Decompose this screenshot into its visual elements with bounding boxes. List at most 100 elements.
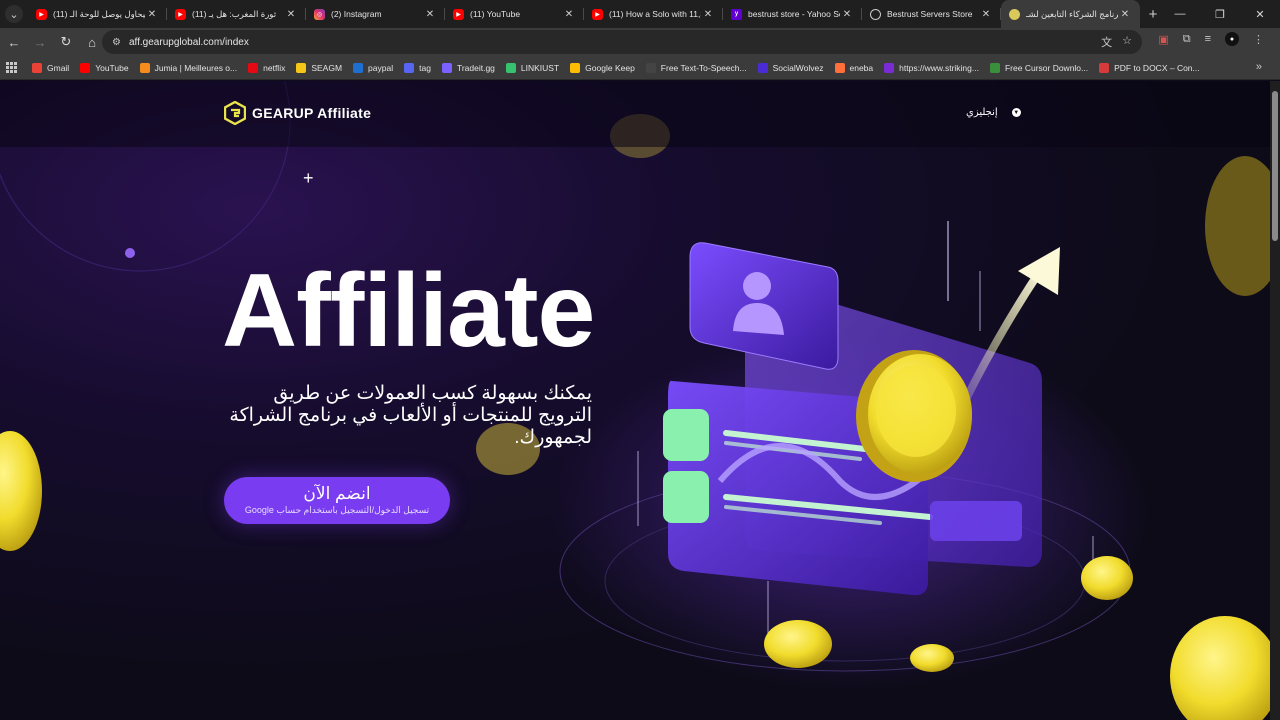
bookmark-label: eneba [849, 62, 874, 73]
bookmark-label: YouTube [95, 62, 129, 73]
browser-tab[interactable]: ▶ (11) ثورة المغرب: هل يـ ✕ [167, 0, 306, 28]
chevron-down-icon: ⌄ [5, 5, 23, 23]
site-info-icon[interactable]: ⚙ [112, 37, 121, 48]
profile-avatar[interactable]: ● [1225, 32, 1239, 46]
bookmark-label: netflix [263, 62, 286, 73]
reload-button[interactable]: ↻ [54, 30, 78, 54]
window-controls: — ❐ ✕ [1160, 0, 1280, 28]
tab-search-button[interactable]: ⌄ [0, 0, 28, 28]
bookmark-favicon-icon [80, 62, 91, 73]
bookmark-item[interactable]: netflix [248, 62, 286, 73]
forward-button[interactable]: → [28, 30, 52, 54]
bookmark-item[interactable]: Free Text-To-Speech... [645, 62, 747, 73]
bookmark-item[interactable]: PDF to DOCX – Con... [1099, 62, 1200, 73]
browser-tab[interactable]: ▶ (11) How a Solo with 11,3 ✕ [584, 0, 723, 28]
page-scrollbar[interactable] [1270, 81, 1280, 720]
browser-tab[interactable]: ◎ (2) Instagram ✕ [306, 0, 445, 28]
bookmark-item[interactable]: Google Keep [570, 62, 635, 73]
home-button[interactable]: ⌂ [80, 30, 104, 54]
bookmark-star-icon[interactable]: ☆ [1122, 34, 1132, 50]
bookmark-favicon-icon [353, 62, 364, 73]
bookmark-favicon-icon [1099, 62, 1110, 73]
hero-background-art [0, 81, 1270, 720]
browser-tab[interactable]: ▶ (11) YouTube ✕ [445, 0, 584, 28]
browser-toolbar: ← → ↻ ⌂ ⚙ aff.gearupglobal.com/index 文 ☆… [0, 28, 1280, 56]
bookmark-favicon-icon [570, 62, 581, 73]
bookmark-label: SocialWolvez [772, 62, 824, 73]
menu-dots-icon[interactable]: ⋮ [1253, 33, 1264, 46]
close-tab-icon[interactable]: ✕ [701, 9, 715, 20]
language-selector[interactable]: إنجليزي ▼ [966, 107, 1021, 118]
bookmark-label: tag [419, 62, 431, 73]
tab-title: Bestrust Servers Store [887, 9, 973, 19]
bookmark-item[interactable]: tag [404, 62, 431, 73]
chart-card-illustration [663, 280, 1042, 596]
bookmarks-overflow-icon[interactable]: » [1256, 61, 1262, 73]
extensions-puzzle-icon[interactable]: ⧉ [1183, 33, 1191, 46]
bookmark-item[interactable]: Tradeit.gg [441, 62, 495, 73]
bookmark-item[interactable]: https://www.striking... [884, 62, 979, 73]
tab-title: bestrust store - Yahoo Se [748, 9, 840, 19]
site-logo[interactable]: GEARUP Affiliate [224, 101, 371, 125]
youtube-icon: ▶ [592, 8, 603, 20]
bookmark-item[interactable]: Jumia | Meilleures o... [139, 62, 237, 73]
bookmark-favicon-icon [834, 62, 845, 73]
instagram-icon: ◎ [314, 8, 325, 20]
bookmark-item[interactable]: Gmail [32, 62, 69, 73]
scrollbar-thumb[interactable] [1272, 91, 1278, 241]
bookmark-item[interactable]: Free Cursor Downlo... [989, 62, 1088, 73]
google-login-subtext: تسجيل الدخول/التسجيل باستخدام حساب Googl… [244, 505, 430, 515]
minimize-icon[interactable]: — [1160, 0, 1200, 28]
browser-tab[interactable]: Bestrust Servers Store ✕ [862, 0, 1001, 28]
browser-tab[interactable]: برنامج الشركاء التابعين لشـ ✕ [1001, 0, 1140, 28]
yahoo-icon: y [731, 8, 742, 20]
close-tab-icon[interactable]: ✕ [562, 9, 576, 20]
media-controls-icon[interactable]: ≡ [1205, 33, 1211, 45]
language-label: إنجليزي [966, 107, 998, 118]
chevron-down-icon: ▼ [1011, 108, 1021, 117]
bookmark-favicon-icon [441, 62, 452, 73]
address-bar[interactable]: ⚙ aff.gearupglobal.com/index 文 ☆ [102, 30, 1142, 54]
join-now-label: انضم الآن [303, 484, 371, 503]
close-tab-icon[interactable]: ✕ [1118, 9, 1132, 20]
apps-grid-icon[interactable] [6, 61, 18, 74]
close-tab-icon[interactable]: ✕ [145, 9, 159, 20]
hero-title: Affiliate [222, 253, 595, 369]
back-button[interactable]: ← [2, 30, 26, 54]
bookmark-label: paypal [368, 62, 394, 73]
maximize-icon[interactable]: ❐ [1200, 0, 1240, 28]
bookmark-favicon-icon [296, 62, 307, 73]
bookmark-item[interactable]: paypal [353, 62, 394, 73]
bookmark-label: PDF to DOCX – Con... [1114, 62, 1200, 73]
translate-icon[interactable]: 文 [1101, 34, 1112, 50]
bookmark-item[interactable]: SEAGM [296, 62, 343, 73]
gearup-logo-icon [224, 101, 246, 125]
extension-icon[interactable]: ▣ [1158, 33, 1168, 46]
tab-title: (11) ثورة المغرب: هل يـ [192, 8, 277, 19]
bookmark-label: SEAGM [311, 62, 343, 73]
tab-title: برنامج الشركاء التابعين لشـ [1026, 8, 1118, 19]
browser-tab[interactable]: y bestrust store - Yahoo Se ✕ [723, 0, 862, 28]
tab-title: (11) How a Solo with 11,3 [609, 9, 701, 19]
arrow-up-illustration [961, 247, 1060, 405]
bookmark-item[interactable]: eneba [834, 62, 874, 73]
bookmark-item[interactable]: SocialWolvez [757, 62, 824, 73]
bookmark-item[interactable]: YouTube [80, 62, 129, 73]
join-now-button[interactable]: انضم الآن تسجيل الدخول/التسجيل باستخدام … [224, 477, 450, 524]
mouse-cursor-crosshair: + [303, 168, 314, 188]
browser-tab[interactable]: ▶ (11) بيحاول يوصل للوحة الـ ✕ [28, 0, 167, 28]
youtube-icon: ▶ [453, 8, 464, 20]
bookmark-item[interactable]: LINKIUST [505, 62, 559, 73]
bookmark-favicon-icon [645, 62, 656, 73]
close-tab-icon[interactable]: ✕ [840, 9, 854, 20]
close-tab-icon[interactable]: ✕ [979, 9, 993, 20]
close-window-icon[interactable]: ✕ [1240, 0, 1280, 28]
bookmark-label: Tradeit.gg [456, 62, 495, 73]
profile-card-illustration [689, 242, 839, 370]
logo-text: GEARUP Affiliate [252, 105, 372, 121]
bookmark-label: https://www.striking... [899, 62, 979, 73]
close-tab-icon[interactable]: ✕ [284, 9, 298, 20]
close-tab-icon[interactable]: ✕ [423, 9, 437, 20]
hero-description: يمكنك بسهولة كسب العمولات عن طريق التروي… [229, 383, 592, 448]
url-text: aff.gearupglobal.com/index [128, 36, 249, 48]
